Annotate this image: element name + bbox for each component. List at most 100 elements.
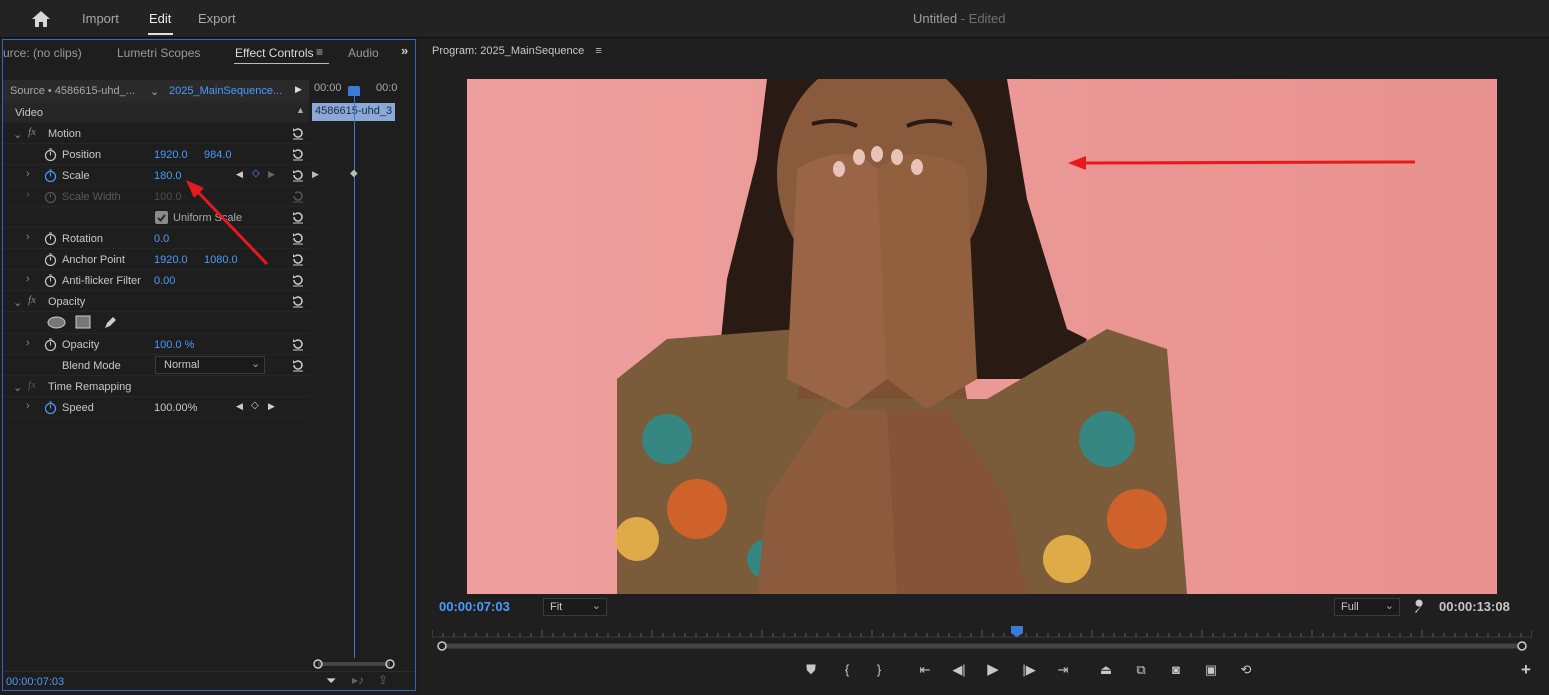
keyframe-diamond-icon[interactable]: ◆ <box>350 168 358 179</box>
nav-edit[interactable]: Edit <box>149 11 171 26</box>
rectangle-mask-icon[interactable] <box>75 315 91 329</box>
effect-controls-timecode[interactable]: 00:00:07:03 <box>6 676 64 688</box>
add-marker-icon[interactable]: ⛊ <box>802 661 820 679</box>
tab-effect-controls[interactable]: Effect Controls <box>235 46 313 60</box>
collapse-up-icon[interactable]: ▲ <box>296 105 305 115</box>
opacity-effect-row[interactable]: ⌄ fx Opacity <box>3 291 309 312</box>
time-remapping-row[interactable]: ⌄ fx Time Remapping <box>3 376 309 397</box>
chevron-right-icon[interactable]: › <box>26 168 30 180</box>
chevron-down-icon[interactable]: ⌄ <box>13 128 22 141</box>
extract-icon[interactable]: ⧉ <box>1132 661 1150 679</box>
timeline-zoom-scrollbar[interactable] <box>312 658 396 670</box>
mark-out-icon[interactable]: } <box>870 661 888 679</box>
stopwatch-icon[interactable] <box>44 232 57 245</box>
reset-icon[interactable] <box>291 252 305 266</box>
video-frame[interactable] <box>467 79 1497 594</box>
reset-icon[interactable] <box>291 126 305 140</box>
source-label[interactable]: Source • 4586615-uhd_... <box>10 85 135 97</box>
blend-mode-value: Normal <box>164 359 200 371</box>
scale-value[interactable]: 180.0 <box>154 170 182 182</box>
program-current-time[interactable]: 00:00:07:03 <box>439 599 510 614</box>
reset-icon[interactable] <box>291 168 305 182</box>
tabs-overflow-icon[interactable]: » <box>401 43 408 58</box>
stopwatch-icon[interactable] <box>44 338 57 351</box>
uniform-scale-checkbox[interactable] <box>155 211 168 224</box>
anti-flicker-value[interactable]: 0.00 <box>154 275 175 287</box>
time-ruler[interactable] <box>432 624 1532 638</box>
mark-in-icon[interactable]: { <box>838 661 856 679</box>
blend-mode-dropdown[interactable]: Normal ⌄ <box>155 356 265 374</box>
fx-icon[interactable]: fx <box>28 126 36 138</box>
uniform-scale-label: Uniform Scale <box>173 212 243 224</box>
reset-icon[interactable] <box>291 231 305 245</box>
export-icon[interactable]: ⇪ <box>378 673 388 687</box>
position-y-value[interactable]: 984.0 <box>204 149 232 161</box>
home-icon[interactable] <box>31 9 51 29</box>
video-section-header: Video ▲ <box>3 102 309 123</box>
prev-keyframe-icon[interactable]: ◀ <box>236 169 243 180</box>
timeline-time-end: 00:0 <box>376 82 398 94</box>
chevron-right-icon[interactable]: › <box>26 337 30 349</box>
stopwatch-icon[interactable] <box>44 148 57 161</box>
play-audio-icon[interactable]: ▸♪ <box>352 673 364 687</box>
button-editor-plus-icon[interactable]: + <box>1517 661 1535 679</box>
zoom-fit-dropdown[interactable]: Fit ⌄ <box>543 598 607 616</box>
program-playhead[interactable] <box>1011 626 1023 637</box>
zoom-scroll-bar[interactable] <box>437 641 1527 651</box>
panel-menu-icon[interactable]: ≡ <box>316 45 323 59</box>
rotation-value[interactable]: 0.0 <box>154 233 169 245</box>
reset-icon <box>293 191 303 203</box>
lift-icon[interactable]: ⏏ <box>1097 661 1115 679</box>
prev-keyframe-icon[interactable]: ◀ <box>236 401 243 412</box>
next-keyframe-icon[interactable]: ▶ <box>268 169 275 180</box>
anchor-x-value[interactable]: 1920.0 <box>154 254 188 266</box>
stopwatch-icon[interactable] <box>44 169 57 182</box>
go-to-out-icon[interactable]: ⇥ <box>1054 661 1072 679</box>
reset-icon[interactable] <box>291 337 305 351</box>
pen-mask-icon[interactable] <box>102 314 118 330</box>
tab-source[interactable]: urce: (no clips) <box>3 46 82 60</box>
proxy-toggle-icon[interactable]: ⟲ <box>1237 661 1255 679</box>
filter-icon[interactable]: ⏷ <box>326 673 336 689</box>
reset-icon[interactable] <box>291 358 305 372</box>
chevron-right-icon[interactable]: › <box>26 231 30 243</box>
go-to-in-icon[interactable]: ⇤ <box>916 661 934 679</box>
stopwatch-icon[interactable] <box>44 401 57 414</box>
play-arrow-icon[interactable]: ▶ <box>295 84 302 95</box>
nav-import[interactable]: Import <box>82 11 119 26</box>
step-back-icon[interactable]: ◀| <box>950 661 968 679</box>
ellipse-mask-icon[interactable] <box>47 316 66 329</box>
camera-icon[interactable]: ◙ <box>1167 661 1185 679</box>
speed-value[interactable]: 100.00% <box>154 402 197 414</box>
wrench-icon[interactable] <box>1412 599 1428 615</box>
stopwatch-icon[interactable] <box>44 253 57 266</box>
scale-width-value: 100.0 <box>154 191 182 203</box>
tab-lumetri-scopes[interactable]: Lumetri Scopes <box>117 46 200 60</box>
chevron-down-icon[interactable]: ⌄ <box>150 85 159 98</box>
chevron-down-icon[interactable]: ⌄ <box>13 296 22 309</box>
position-x-value[interactable]: 1920.0 <box>154 149 188 161</box>
chevron-right-icon[interactable]: › <box>26 273 30 285</box>
reset-icon[interactable] <box>291 294 305 308</box>
play-button-icon[interactable]: ▶ <box>984 661 1002 679</box>
reset-icon[interactable] <box>291 210 305 224</box>
chevron-right-icon[interactable]: › <box>26 400 30 412</box>
tab-audio[interactable]: Audio <box>348 46 378 60</box>
rotation-label: Rotation <box>62 233 103 245</box>
nav-export[interactable]: Export <box>198 11 236 26</box>
fx-icon[interactable]: fx <box>28 294 36 306</box>
chevron-down-icon[interactable]: ⌄ <box>13 381 22 394</box>
anchor-y-value[interactable]: 1080.0 <box>204 254 238 266</box>
stopwatch-icon[interactable] <box>44 274 57 287</box>
comparison-view-icon[interactable]: ▣ <box>1202 661 1220 679</box>
sequence-label[interactable]: 2025_MainSequence... <box>169 85 282 97</box>
motion-row[interactable]: ⌄ fx Motion <box>3 123 309 144</box>
playback-resolution-dropdown[interactable]: Full ⌄ <box>1334 598 1400 616</box>
reset-icon[interactable] <box>291 147 305 161</box>
add-keyframe-icon[interactable]: ◇ <box>251 400 259 411</box>
step-forward-icon[interactable]: |▶ <box>1020 661 1038 679</box>
add-keyframe-icon[interactable]: ◇ <box>252 168 260 179</box>
next-keyframe-icon[interactable]: ▶ <box>268 401 275 412</box>
opacity-value[interactable]: 100.0 % <box>154 339 194 351</box>
reset-icon[interactable] <box>291 273 305 287</box>
